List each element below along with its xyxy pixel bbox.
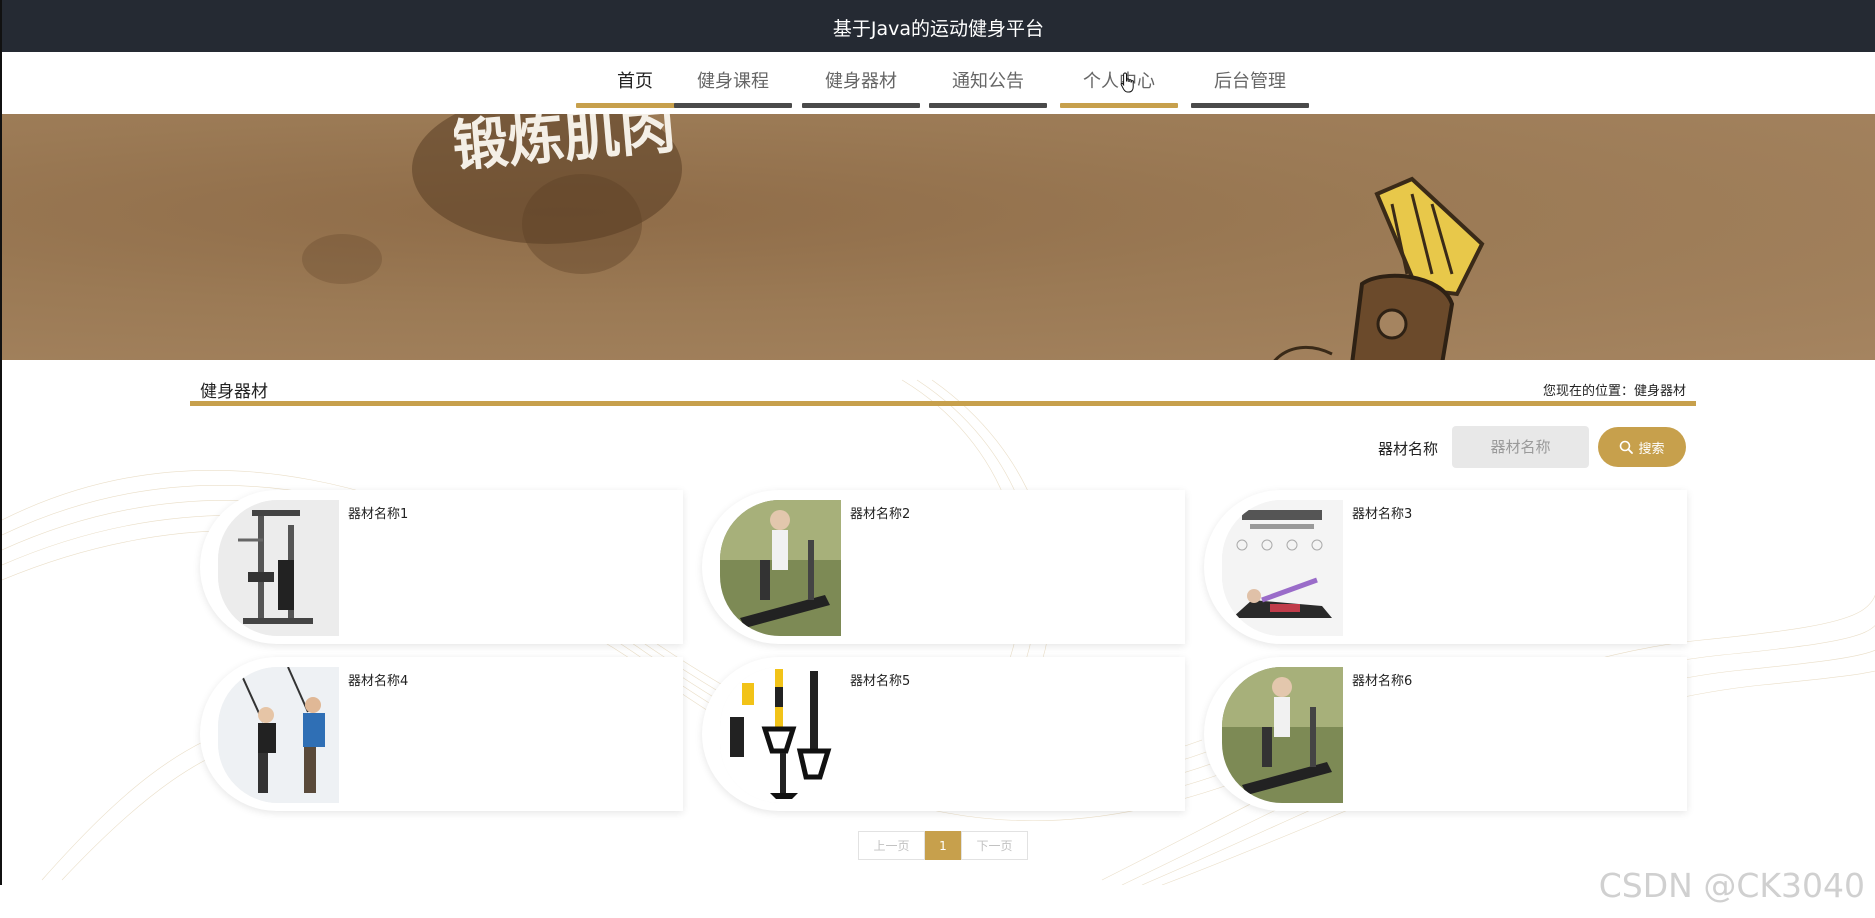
nav-item-profile[interactable]: 个人中心 (1060, 68, 1178, 108)
app-title: 基于Java的运动健身平台 (832, 18, 1045, 40)
home-gym-machine-icon (218, 500, 339, 636)
treadmill-icon (1222, 667, 1343, 803)
product-card[interactable]: 器材名称6 (1204, 657, 1687, 811)
suspension-trainer-people-icon (218, 667, 339, 803)
svg-text:锻炼肌肉: 锻炼肌肉 (454, 114, 678, 180)
nav-item-label: 健身器材 (825, 71, 897, 92)
product-name: 器材名称2 (850, 507, 911, 522)
product-card[interactable]: 器材名称2 (702, 490, 1185, 644)
search-bar: 器材名称 搜索 (190, 414, 1696, 478)
product-name: 器材名称3 (1352, 507, 1413, 522)
section-title: 健身器材 (200, 382, 268, 402)
nav-underline (802, 103, 920, 108)
banner-splatter (522, 174, 642, 274)
pagination: 上一页 1 下一页 (858, 831, 1028, 860)
nav-item-equipment[interactable]: 健身器材 (802, 68, 920, 108)
top-title-bar: 基于Java的运动健身平台 (0, 0, 1875, 52)
banner-slogan: 锻炼肌肉 (454, 114, 678, 180)
product-card[interactable]: 器材名称3 (1204, 490, 1687, 644)
nav-item-admin[interactable]: 后台管理 (1191, 68, 1309, 108)
treadmill-icon (720, 500, 841, 636)
product-name: 器材名称4 (348, 674, 409, 689)
nav-item-label: 后台管理 (1214, 71, 1286, 92)
page-number-button[interactable]: 1 (925, 831, 961, 860)
nav-underline (1060, 103, 1178, 108)
nav-underline (674, 103, 792, 108)
nav-underline (929, 103, 1047, 108)
search-icon (1620, 440, 1634, 454)
search-button-label: 搜索 (1638, 441, 1665, 457)
search-button[interactable]: 搜索 (1598, 427, 1686, 467)
product-name: 器材名称1 (348, 507, 409, 522)
banner-illustration-icon (1273, 176, 1485, 360)
search-label: 器材名称 (1378, 440, 1439, 458)
nav-item-courses[interactable]: 健身课程 (674, 68, 792, 108)
product-name: 器材名称5 (850, 674, 911, 689)
product-card[interactable]: 器材名称5 (702, 657, 1185, 811)
banner-splatter (302, 234, 382, 284)
nav-underline (1191, 103, 1309, 108)
product-name: 器材名称6 (1352, 674, 1413, 689)
nav-item-label: 通知公告 (952, 71, 1024, 92)
next-page-button[interactable]: 下一页 (961, 831, 1028, 860)
hand-cursor-icon (1120, 72, 1134, 93)
section-header: 健身器材 您现在的位置：健身器材 (190, 376, 1696, 406)
product-card[interactable]: 器材名称1 (200, 490, 683, 644)
hero-banner: 锻炼肌肉 (0, 114, 1875, 360)
resistance-band-icon (1222, 500, 1343, 636)
suspension-straps-icon (720, 667, 841, 803)
nav-item-label: 个人中心 (1083, 71, 1155, 92)
watermark: CSDN @CK3040 (1598, 866, 1865, 905)
breadcrumb: 您现在的位置：健身器材 (1542, 384, 1686, 399)
main-nav: 首页 健身课程 健身器材 通知公告 个人中心 后台管理 (0, 52, 1875, 114)
prev-page-button[interactable]: 上一页 (858, 831, 925, 860)
search-input[interactable] (1452, 426, 1589, 468)
nav-item-notices[interactable]: 通知公告 (929, 68, 1047, 108)
nav-item-label: 健身课程 (697, 71, 769, 92)
product-card[interactable]: 器材名称4 (200, 657, 683, 811)
